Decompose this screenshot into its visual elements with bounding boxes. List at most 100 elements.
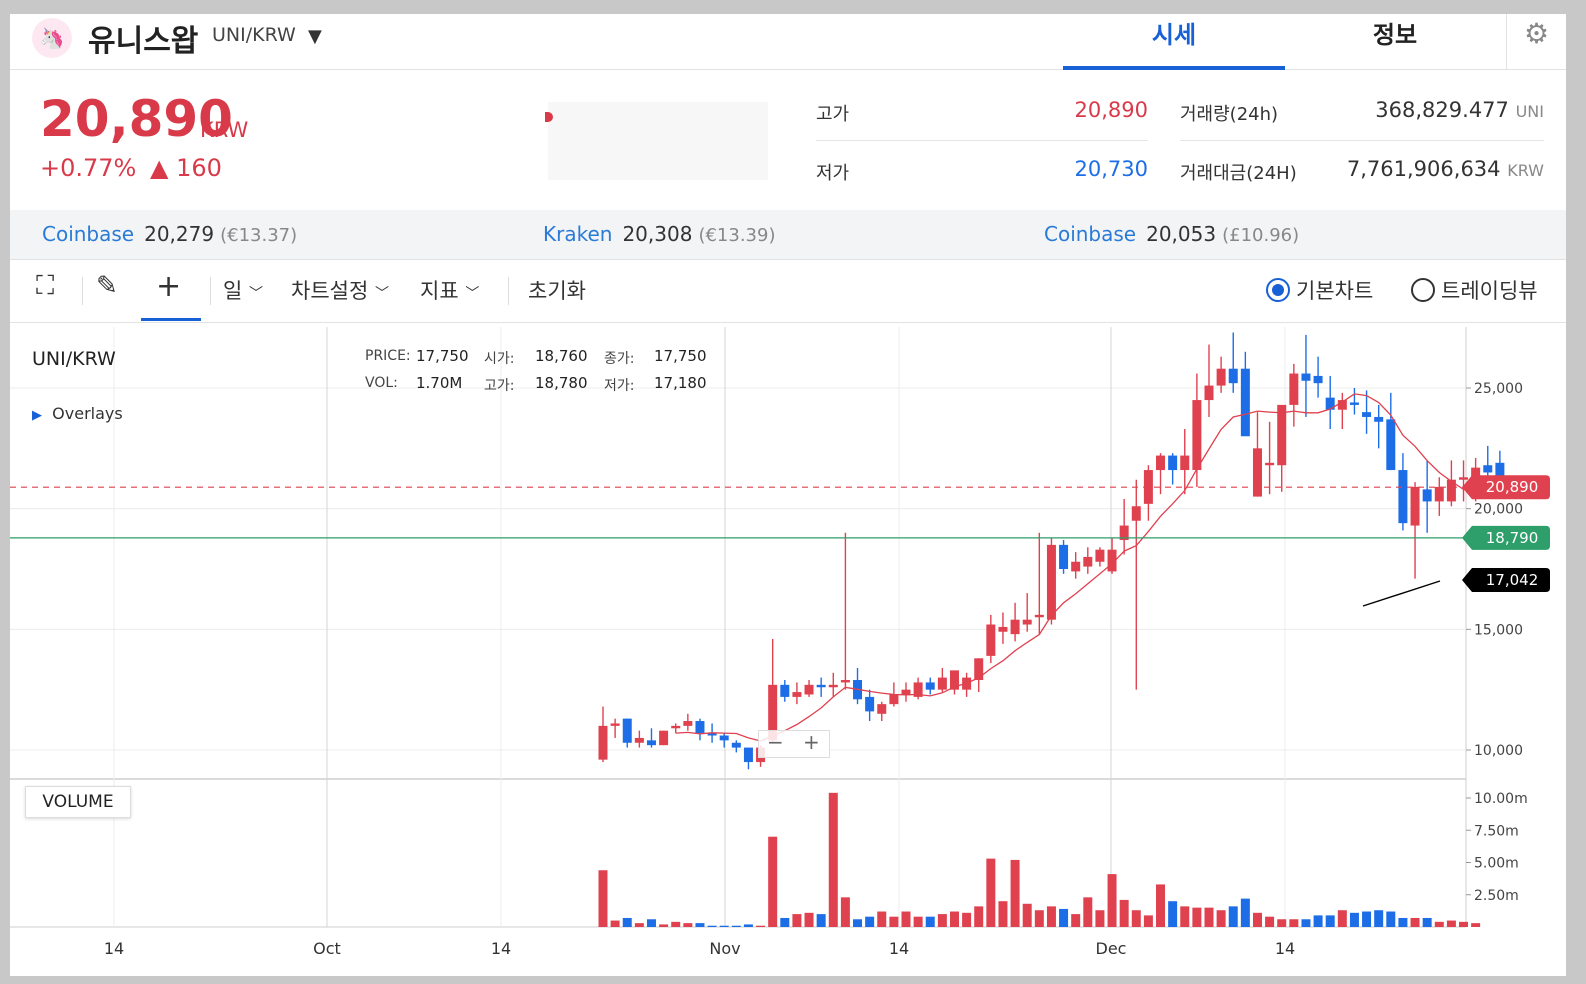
volume-bar	[671, 921, 681, 927]
volume-bar	[1301, 919, 1311, 927]
zoom-in-button[interactable]: +	[803, 730, 820, 754]
radio-selected-icon	[1266, 278, 1290, 302]
tab-info[interactable]: 정보	[1284, 14, 1506, 70]
fullscreen-icon[interactable]: ⛶	[36, 271, 54, 302]
price-tag: 20,890	[1462, 475, 1550, 500]
price-tag-label: 20,890	[1486, 478, 1539, 496]
candle-body	[731, 742, 741, 748]
candle-body	[828, 684, 838, 688]
candle-body	[1095, 549, 1105, 562]
vol-tick-label: 2.50m	[1474, 888, 1519, 904]
divider	[210, 277, 211, 305]
pencil-icon[interactable]: ✎	[96, 271, 118, 301]
tab-price[interactable]: 시세	[1063, 14, 1285, 70]
candle-body	[1083, 556, 1093, 567]
candle-body	[1022, 619, 1032, 625]
period-label: 일	[223, 279, 243, 303]
exchange-sub: (€13.39)	[698, 225, 776, 246]
volume-bar	[1168, 901, 1178, 927]
exchange-item[interactable]: Coinbase 20,279 (€13.37)	[42, 222, 297, 246]
amount-unit: KRW	[1507, 161, 1544, 180]
basic-chart-radio[interactable]: 기본차트	[1266, 275, 1373, 305]
candle-body	[1410, 486, 1420, 526]
info-close-value: 17,750	[654, 347, 707, 365]
volume-bar	[792, 914, 802, 927]
divider	[1180, 140, 1544, 141]
chart-settings-button[interactable]: 차트설정 ﹀	[291, 275, 389, 305]
vol-tick-label: 10.00m	[1474, 791, 1528, 807]
volume-bar	[659, 924, 669, 927]
divider	[508, 277, 509, 305]
volume-bar	[756, 925, 766, 927]
chevron-down-icon[interactable]: ▼	[308, 26, 322, 47]
volume-bar	[913, 916, 923, 927]
basic-chart-label: 기본차트	[1296, 279, 1374, 303]
candle-body	[634, 737, 644, 743]
volume-bar	[840, 897, 850, 927]
price-change: +0.77% ▲ 160	[40, 154, 222, 182]
volume-bar	[707, 925, 717, 927]
candle-body	[998, 626, 1008, 632]
volume-bar	[1034, 910, 1044, 927]
indicators-button[interactable]: 지표 ﹀	[420, 275, 479, 305]
candle-body	[974, 658, 984, 681]
candle-body	[901, 689, 911, 695]
tradingview-radio[interactable]: 트레이딩뷰	[1411, 275, 1538, 305]
candle-body	[1059, 544, 1069, 569]
candle-body	[1374, 416, 1384, 422]
volume-bar	[1265, 916, 1275, 927]
candle-body	[1289, 373, 1299, 405]
x-tick-label: 14	[889, 939, 909, 958]
candle-body	[1386, 419, 1396, 471]
volume-bar	[683, 923, 693, 927]
candle-body	[816, 684, 826, 688]
candle-body	[1131, 506, 1141, 521]
exchange-price: 20,308	[622, 222, 693, 246]
volume-bar	[780, 917, 790, 927]
volume-bar	[622, 917, 632, 927]
price-tag-label: 17,042	[1486, 571, 1539, 589]
exchange-item[interactable]: Coinbase 20,053 (£10.96)	[1044, 222, 1299, 246]
chart-symbol: UNI/KRW	[32, 348, 116, 370]
candle-body	[1459, 477, 1469, 480]
candle-body	[1434, 486, 1444, 502]
divider	[82, 277, 83, 305]
candle-body	[1034, 614, 1044, 618]
period-select[interactable]: 일 ﹀	[223, 275, 263, 305]
exchange-name: Coinbase	[42, 222, 135, 246]
info-vol-value: 1.70M	[416, 374, 463, 392]
volume-bar	[1277, 919, 1287, 927]
x-tick-label: Nov	[709, 939, 740, 958]
zoom-controls: − +	[758, 730, 830, 758]
y-tick-label: 15,000	[1474, 622, 1523, 638]
volume-bar	[634, 923, 644, 927]
candle-body	[1046, 544, 1056, 620]
volume-bar	[828, 792, 838, 927]
exchange-item[interactable]: Kraken 20,308 (€13.39)	[543, 222, 775, 246]
gear-icon[interactable]: ⚙	[1506, 14, 1566, 70]
candle-body	[1156, 455, 1166, 471]
y-tick-label: 25,000	[1474, 381, 1523, 397]
mini-chart	[545, 102, 768, 180]
volume-bar	[804, 912, 814, 927]
candle-body	[719, 735, 729, 741]
chevron-down-icon: ﹀	[374, 286, 389, 302]
overlays-toggle[interactable]: ▶ Overlays	[32, 404, 123, 423]
volume-bar	[1180, 906, 1190, 927]
zoom-out-button[interactable]: −	[767, 730, 784, 754]
volume-bar	[1192, 907, 1202, 927]
volume-bar	[1071, 914, 1081, 927]
volume-bar	[901, 911, 911, 927]
exchange-name: Kraken	[543, 222, 613, 246]
crosshair-tool[interactable]: +	[141, 261, 201, 321]
volume-bar	[949, 911, 959, 927]
volume-bar	[731, 925, 741, 927]
chart-toolbar: ⛶ ✎ + 일 ﹀ 차트설정 ﹀ 지표 ﹀ 초기화 기본차트 트레이딩뷰	[10, 261, 1566, 323]
low-value: 20,730	[1074, 157, 1148, 181]
info-high-label: 고가:	[484, 378, 515, 394]
candle-body	[1192, 400, 1202, 471]
volume-bar	[719, 925, 729, 927]
volume-bar	[1059, 908, 1069, 927]
reset-button[interactable]: 초기화	[528, 275, 586, 305]
volume-bar	[816, 914, 826, 927]
